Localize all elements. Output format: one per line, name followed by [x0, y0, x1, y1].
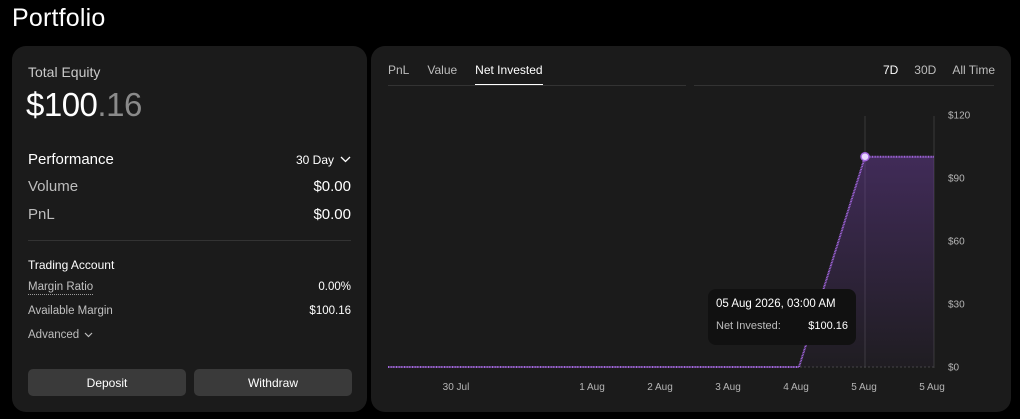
total-equity-label: Total Equity — [28, 64, 101, 80]
tooltip-value: $100.16 — [808, 320, 848, 332]
performance-period-label: 30 Day — [295, 152, 334, 167]
margin-ratio-row: Margin Ratio 0.00% — [28, 281, 351, 295]
volume-value: $0.00 — [313, 178, 351, 195]
volume-label: Volume — [28, 178, 79, 195]
tooltip-date: 05 Aug 2026, 03:00 AM — [716, 298, 836, 310]
divider — [28, 240, 351, 241]
available-margin-row: Available Margin $100.16 — [28, 305, 351, 317]
y-tick-label: $60 — [948, 237, 965, 248]
page-title: Portfolio — [12, 4, 106, 32]
chart-tooltip: 05 Aug 2026, 03:00 AM Net Invested: $100… — [708, 289, 856, 345]
performance-period-dropdown[interactable]: 30 Day — [296, 153, 351, 167]
account-summary-card: Total Equity $100.16 Performance 30 Day … — [12, 46, 367, 412]
total-equity-value: $100.16 — [26, 86, 142, 124]
x-tick-label: 3 Aug — [715, 382, 741, 393]
advanced-label: Advanced — [28, 329, 80, 341]
y-tick-label: $120 — [948, 111, 971, 122]
pnl-value: $0.00 — [313, 206, 351, 223]
equity-decimal: .16 — [97, 86, 142, 123]
tooltip-row: Net Invested: $100.16 — [716, 320, 848, 332]
x-tick-label: 2 Aug — [647, 382, 673, 393]
available-margin-value: $100.16 — [309, 305, 351, 317]
y-tick-label: $90 — [948, 174, 965, 185]
y-tick-label: $0 — [948, 363, 960, 374]
x-tick-label: 5 Aug — [851, 382, 877, 393]
y-tick-label: $30 — [948, 300, 965, 311]
trading-account-title: Trading Account — [28, 258, 115, 272]
withdraw-button[interactable]: Withdraw — [194, 369, 352, 396]
equity-whole: $100 — [26, 86, 98, 123]
tooltip-label: Net Invested: — [716, 320, 781, 332]
deposit-button[interactable]: Deposit — [28, 369, 186, 396]
x-tick-label: 1 Aug — [579, 382, 605, 393]
available-margin-label: Available Margin — [28, 305, 113, 317]
x-tick-label: 4 Aug — [783, 382, 809, 393]
performance-row-pnl: PnL $0.00 — [28, 206, 351, 223]
pnl-label: PnL — [28, 206, 55, 223]
performance-title: Performance — [28, 151, 114, 168]
advanced-toggle[interactable]: Advanced — [28, 329, 93, 341]
chart-card: PnL Value Net Invested 7D 30D All Time $… — [371, 46, 1011, 412]
chevron-down-icon — [84, 332, 93, 338]
performance-row-volume: Volume $0.00 — [28, 178, 351, 195]
margin-ratio-label[interactable]: Margin Ratio — [28, 281, 94, 295]
chevron-down-icon — [340, 156, 351, 163]
net-invested-chart[interactable]: $0 $30 $60 $90 $120 30 Jul 1 Aug 2 Aug 3 Aug 4 A… — [371, 46, 1011, 412]
x-tick-label: 5 Aug — [919, 382, 945, 393]
highlighted-point[interactable] — [860, 151, 870, 162]
margin-ratio-value: 0.00% — [318, 281, 351, 293]
x-tick-label: 30 Jul — [443, 382, 470, 393]
performance-header: Performance 30 Day — [28, 151, 351, 168]
